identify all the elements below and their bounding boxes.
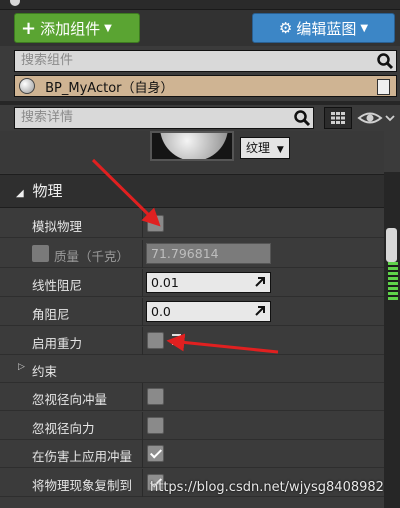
apply-impulse-on-damage-row: 在伤害上应用冲量 xyxy=(0,440,384,468)
ignore-radial-force-checkbox[interactable] xyxy=(147,417,164,434)
constraints-row[interactable]: ▷ 约束 xyxy=(0,355,384,383)
ignore-radial-force-row: 忽视径向力 xyxy=(0,412,384,440)
reset-to-default-icon[interactable] xyxy=(172,334,181,345)
simulate-physics-label: 模拟物理 xyxy=(32,219,83,234)
ignore-radial-impulse-row: 忽视径向冲量 xyxy=(0,383,384,411)
replicate-physics-label: 将物理现象复制到 xyxy=(32,478,133,493)
constraints-label: 约束 xyxy=(32,364,58,379)
chevron-down-icon: ▼ xyxy=(360,22,369,34)
grid-icon xyxy=(331,112,345,124)
chevron-down-icon: ▼ xyxy=(104,22,112,34)
ignore-radial-impulse-label: 忽视径向冲量 xyxy=(32,392,108,407)
property-matrix-button[interactable] xyxy=(324,107,352,129)
search-icon[interactable] xyxy=(376,52,394,70)
angular-damping-row: 角阻尼 0.0 xyxy=(0,298,384,326)
add-component-button[interactable]: + 添加组件 ▼ xyxy=(14,13,140,43)
ignore-radial-force-label: 忽视径向力 xyxy=(32,421,95,436)
simulate-physics-row: 模拟物理 xyxy=(0,210,384,238)
column-divider xyxy=(142,210,143,238)
level-meter xyxy=(388,262,398,300)
column-divider xyxy=(142,298,143,326)
apply-impulse-on-damage-label: 在伤害上应用冲量 xyxy=(32,449,133,464)
details-scrollbar[interactable] xyxy=(384,172,400,508)
mass-override-checkbox[interactable] xyxy=(32,245,49,262)
component-search-input[interactable]: 搜索组件 xyxy=(14,50,397,72)
details-search-input[interactable]: 搜索详情 xyxy=(14,107,314,129)
reset-arrow-icon[interactable] xyxy=(255,306,265,316)
enable-gravity-label: 启用重力 xyxy=(32,336,83,351)
window-knob-icon xyxy=(10,0,20,6)
edit-blueprint-label: 编辑蓝图 xyxy=(296,19,357,38)
enable-gravity-row: 启用重力 xyxy=(0,327,384,355)
column-divider xyxy=(142,327,143,355)
linear-damping-value: 0.01 xyxy=(151,275,179,290)
ignore-radial-impulse-checkbox[interactable] xyxy=(147,388,164,405)
edit-blueprint-button[interactable]: ⚙ 编辑蓝图 ▼ xyxy=(252,13,395,43)
material-thumbnail[interactable] xyxy=(150,131,234,161)
panel-divider[interactable] xyxy=(0,101,400,105)
column-divider xyxy=(142,240,143,268)
mass-field: 71.796814 xyxy=(146,243,271,264)
texture-dropdown[interactable]: 纹理 ▼ xyxy=(240,137,290,159)
column-divider xyxy=(142,469,143,497)
linear-damping-row: 线性阻尼 0.01 xyxy=(0,269,384,297)
angular-damping-value: 0.0 xyxy=(151,304,171,319)
enable-gravity-checkbox[interactable] xyxy=(147,332,164,349)
scrollbar-thumb[interactable] xyxy=(386,228,397,262)
plus-icon: + xyxy=(21,17,37,39)
simulate-physics-checkbox[interactable] xyxy=(147,215,164,232)
column-divider xyxy=(142,383,143,411)
mass-label: 质量（千克） xyxy=(54,249,130,264)
details-search-placeholder: 搜索详情 xyxy=(21,110,74,125)
angular-damping-field[interactable]: 0.0 xyxy=(146,301,271,322)
column-divider xyxy=(142,269,143,297)
add-component-label: 添加组件 xyxy=(40,19,101,38)
texture-dropdown-label: 纹理 xyxy=(246,141,271,155)
column-divider xyxy=(142,412,143,440)
actor-sphere-icon xyxy=(19,78,35,94)
expand-arrow-icon[interactable]: ▷ xyxy=(18,362,25,372)
visibility-button[interactable] xyxy=(356,107,396,129)
actor-root-row[interactable]: BP_MyActor（自身） xyxy=(14,75,397,97)
watermark-url: https://blog.csdn.net/wjysg8408982 xyxy=(150,480,384,495)
material-sphere-preview xyxy=(160,133,228,159)
apply-impulse-on-damage-checkbox[interactable] xyxy=(147,445,164,462)
gear-icon: ⚙ xyxy=(278,19,293,37)
eye-icon xyxy=(357,112,395,124)
search-icon[interactable] xyxy=(293,109,311,127)
physics-section-title: 物理 xyxy=(32,182,63,200)
top-strip xyxy=(0,0,400,10)
component-search-placeholder: 搜索组件 xyxy=(21,53,74,68)
reset-arrow-icon[interactable] xyxy=(255,277,265,287)
actor-label: BP_MyActor（自身） xyxy=(45,81,174,96)
linear-damping-field[interactable]: 0.01 xyxy=(146,272,271,293)
resize-handle[interactable] xyxy=(377,79,390,95)
angular-damping-label: 角阻尼 xyxy=(32,307,70,322)
collapse-arrow-icon: ◢ xyxy=(16,188,24,199)
chevron-down-icon: ▼ xyxy=(276,145,284,155)
linear-damping-label: 线性阻尼 xyxy=(32,278,83,293)
column-divider xyxy=(142,440,143,468)
mass-row: 质量（千克） 71.796814 xyxy=(0,240,384,268)
physics-section-header[interactable]: ◢ 物理 xyxy=(0,174,384,208)
